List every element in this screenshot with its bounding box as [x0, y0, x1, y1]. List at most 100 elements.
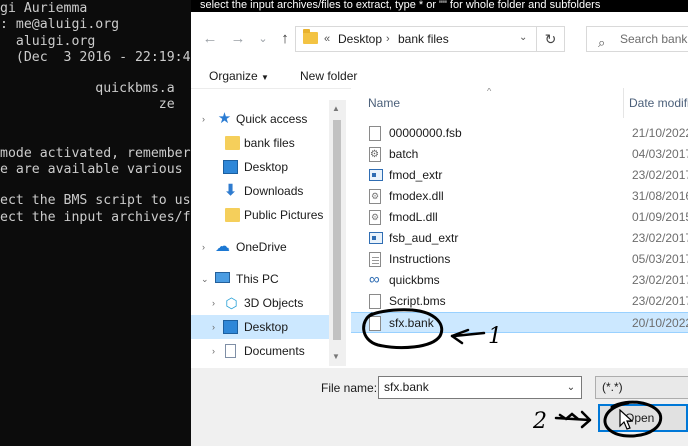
scrollbar-thumb[interactable]: [333, 120, 341, 340]
console-line: e are available various: [0, 162, 183, 177]
file-list: ^ Name Date modified 00000000.fsb 21/10/…: [351, 88, 688, 368]
dialog-title: select the input archives/files to extra…: [191, 0, 688, 12]
file-row-00000000-fsb[interactable]: 00000000.fsb 21/10/2022: [351, 123, 688, 144]
scroll-down-icon[interactable]: ▼: [332, 352, 340, 361]
dialog-footer: File name: sfx.bank ⌄ (*.*) Open: [191, 368, 688, 446]
organize-button[interactable]: Organize ▼: [209, 68, 269, 86]
file-row-fmodex-dll[interactable]: fmodex.dll 31/08/2016: [351, 186, 688, 207]
dll-icon: [369, 210, 381, 225]
file-name: 00000000.fsb: [389, 126, 462, 140]
file-name: quickbms: [389, 273, 440, 287]
breadcrumb-separator-icon[interactable]: ›: [386, 32, 390, 46]
cube-icon: ⬡: [225, 295, 238, 311]
folder-icon: [303, 29, 318, 44]
file-name: fmodex.dll: [389, 189, 444, 203]
file-row-quickbms[interactable]: quickbms 23/02/2017: [351, 269, 688, 291]
recent-locations-chevron-icon[interactable]: ⌄: [253, 29, 273, 49]
file-name: fmodL.dll: [389, 210, 438, 224]
console-line: ect the BMS script to use: [0, 193, 199, 208]
nav-item-desktop-pc[interactable]: › Desktop: [191, 315, 329, 339]
expand-chevron-icon[interactable]: ›: [202, 235, 205, 259]
nav-item-label: bank files: [244, 136, 295, 150]
new-folder-button[interactable]: New folder: [300, 68, 357, 84]
collapse-chevron-icon[interactable]: ⌄: [201, 267, 209, 291]
file-date: 23/02/2017: [632, 231, 688, 245]
column-header-date-modified[interactable]: Date modified: [629, 96, 688, 110]
file-date: 31/08/2016: [632, 189, 688, 203]
file-date: 23/02/2017: [632, 168, 688, 182]
console-line: quickbms.a: [0, 81, 175, 96]
nav-item-label: Desktop: [244, 320, 289, 334]
nav-item-label: Documents: [244, 344, 305, 358]
scroll-up-icon[interactable]: ▲: [332, 104, 340, 113]
command-bar: Organize ▼ New folder: [191, 64, 688, 89]
nav-item-public-pictures[interactable]: Public Pictures: [191, 203, 329, 227]
file-name-label: File name:: [321, 381, 378, 395]
nav-item-quick-access[interactable]: › ★ Quick access: [191, 107, 329, 131]
back-arrow-icon[interactable]: ←: [200, 29, 220, 49]
expand-chevron-icon[interactable]: ›: [212, 339, 215, 363]
nav-item-onedrive[interactable]: › ☁ OneDrive: [191, 235, 329, 259]
file-row-fmod-extr[interactable]: fmod_extr 23/02/2017: [351, 165, 688, 186]
computer-icon: [215, 272, 230, 283]
file-name: fsb_aud_extr: [389, 231, 459, 245]
sort-ascending-icon: ^: [487, 88, 492, 96]
expand-chevron-icon[interactable]: ›: [212, 291, 215, 315]
forward-arrow-icon[interactable]: →: [228, 29, 248, 49]
breadcrumb-desktop[interactable]: Desktop: [338, 32, 382, 46]
search-input[interactable]: ⌕ Search bank files: [586, 26, 688, 52]
nav-item-label: Quick access: [236, 112, 308, 126]
nav-item-downloads[interactable]: ⬇ Downloads: [191, 179, 329, 203]
nav-item-this-pc[interactable]: ⌄ This PC: [191, 267, 329, 291]
nav-item-label: Downloads: [244, 184, 304, 198]
mouse-cursor-icon: [619, 409, 633, 430]
file-date: 23/02/2017: [632, 273, 688, 287]
search-placeholder: Search bank files: [620, 32, 688, 46]
column-header-name[interactable]: Name: [368, 96, 400, 110]
file-name-input[interactable]: sfx.bank ⌄: [378, 376, 582, 399]
nav-item-label: OneDrive: [236, 240, 287, 254]
file-name: batch: [389, 147, 419, 161]
text-file-icon: [369, 252, 381, 267]
nav-item-label: This PC: [236, 272, 279, 286]
column-divider[interactable]: [623, 88, 624, 118]
navigation-scrollbar[interactable]: ▲ ▼: [329, 100, 346, 366]
file-row-fmodl-dll[interactable]: fmodL.dll 01/09/2015: [351, 207, 688, 228]
address-dropdown-icon[interactable]: ⌄: [519, 32, 527, 43]
dll-icon: [369, 189, 381, 204]
console-line: (Dec 3 2016 - 22:19:4: [0, 50, 191, 65]
console-line: : me@aluigi.org: [0, 17, 120, 32]
file-row-batch[interactable]: batch 04/03/2017: [351, 144, 688, 165]
nav-item-3d-objects[interactable]: › ⬡ 3D Objects: [191, 291, 329, 315]
download-icon: ⬇: [224, 182, 237, 199]
file-type-select[interactable]: (*.*): [595, 376, 688, 399]
nav-item-desktop[interactable]: Desktop: [191, 155, 329, 179]
folder-icon: [225, 208, 240, 222]
up-arrow-icon[interactable]: ↑: [275, 29, 295, 49]
nav-item-bank-files[interactable]: bank files: [191, 131, 329, 155]
file-row-fsb-aud-extr[interactable]: fsb_aud_extr 23/02/2017: [351, 228, 688, 249]
file-row-script-bms[interactable]: Script.bms 23/02/2017: [351, 291, 688, 312]
nav-item-documents[interactable]: › Documents: [191, 339, 329, 363]
expand-chevron-icon[interactable]: ›: [202, 107, 205, 131]
file-row-sfx-bank[interactable]: sfx.bank 20/10/2022: [351, 312, 688, 333]
folder-icon: [225, 136, 240, 150]
refresh-icon[interactable]: ↻: [537, 26, 565, 52]
file-name: fmod_extr: [389, 168, 443, 182]
console-line: ect the input archives/f: [0, 210, 191, 225]
open-button[interactable]: Open: [598, 404, 688, 432]
overflow-chevron-icon[interactable]: «: [324, 32, 330, 46]
expand-chevron-icon[interactable]: ›: [212, 315, 215, 339]
organize-label: Organize: [209, 69, 258, 83]
file-date: 01/09/2015: [632, 210, 688, 224]
file-date: 05/03/2017: [632, 252, 688, 266]
console-line: aluigi.org: [0, 34, 96, 49]
star-icon: ★: [217, 110, 232, 127]
application-icon: [369, 169, 383, 181]
chevron-down-icon[interactable]: ⌄: [561, 377, 581, 398]
file-name: Script.bms: [389, 294, 446, 308]
address-bar[interactable]: « Desktop › bank files ⌄: [295, 26, 537, 52]
file-row-instructions[interactable]: Instructions 05/03/2017: [351, 249, 688, 270]
breadcrumb-bank-files[interactable]: bank files: [398, 32, 449, 46]
file-date: 21/10/2022: [632, 126, 688, 140]
